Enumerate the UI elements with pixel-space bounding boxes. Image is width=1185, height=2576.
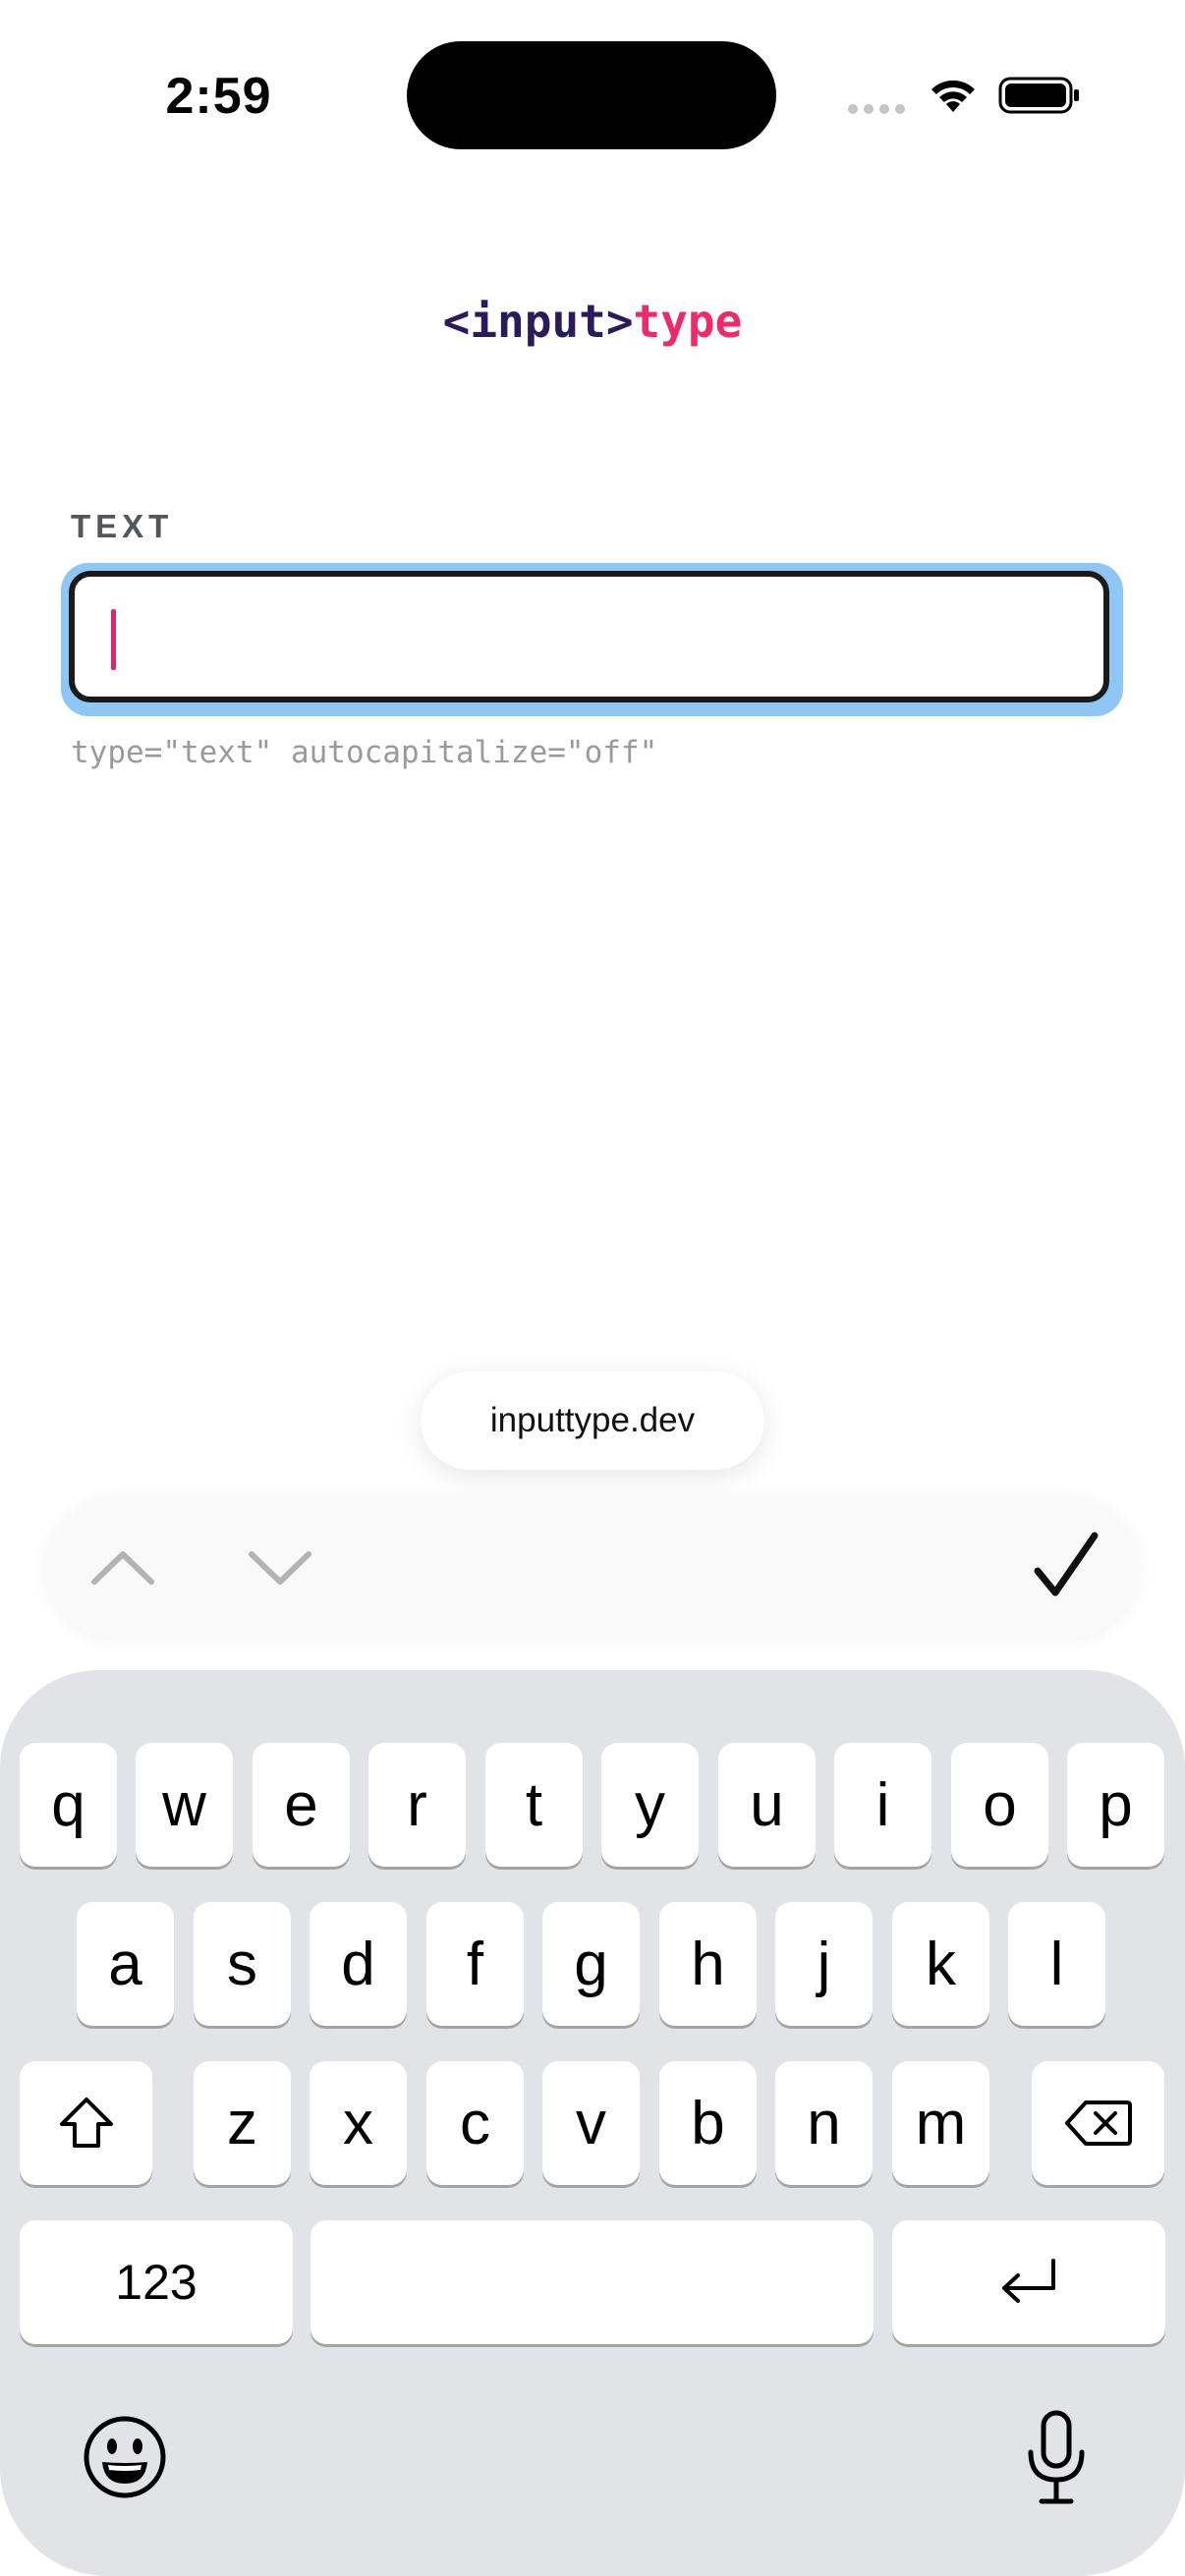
- key-n[interactable]: n: [775, 2061, 873, 2185]
- space-bar[interactable]: [310, 2220, 874, 2344]
- key-o[interactable]: o: [951, 1743, 1048, 1867]
- site-logo: <input>type: [0, 287, 1185, 356]
- battery-icon: [998, 77, 1079, 114]
- return-key[interactable]: [892, 2220, 1165, 2344]
- key-i[interactable]: i: [834, 1743, 931, 1867]
- key-k[interactable]: k: [892, 1902, 989, 2026]
- microphone-icon[interactable]: [1022, 2409, 1091, 2507]
- shift-key[interactable]: [20, 2061, 152, 2185]
- key-u[interactable]: u: [718, 1743, 816, 1867]
- logo-type-text: type: [633, 295, 743, 348]
- text-input-focus-ring: [61, 563, 1123, 716]
- delete-key[interactable]: [1032, 2061, 1164, 2185]
- key-f[interactable]: f: [426, 1902, 524, 2026]
- checkmark-icon[interactable]: [1020, 1528, 1108, 1606]
- key-b[interactable]: b: [659, 2061, 757, 2185]
- url-pill[interactable]: inputtype.dev: [421, 1372, 764, 1470]
- key-j[interactable]: j: [775, 1902, 873, 2026]
- chevron-down-icon[interactable]: [236, 1533, 324, 1601]
- chevron-up-icon[interactable]: [79, 1533, 167, 1601]
- key-h[interactable]: h: [659, 1902, 757, 2026]
- key-x[interactable]: x: [310, 2061, 407, 2185]
- key-t[interactable]: t: [485, 1743, 583, 1867]
- key-q[interactable]: q: [20, 1743, 117, 1867]
- field-label: TEXT: [71, 508, 174, 544]
- numbers-key[interactable]: 123: [20, 2220, 293, 2344]
- emoji-icon[interactable]: [81, 2413, 169, 2501]
- key-s[interactable]: s: [194, 1902, 291, 2026]
- key-c[interactable]: c: [426, 2061, 524, 2185]
- key-d[interactable]: d: [310, 1902, 407, 2026]
- key-a[interactable]: a: [77, 1902, 174, 2026]
- key-w[interactable]: w: [136, 1743, 233, 1867]
- wifi-icon: [931, 80, 975, 112]
- key-z[interactable]: z: [194, 2061, 291, 2185]
- field-hint: type="text" autocapitalize="off": [71, 735, 658, 770]
- shift-icon: [59, 2098, 113, 2148]
- key-l[interactable]: l: [1008, 1902, 1105, 2026]
- cellular-signal-icon: [848, 102, 907, 116]
- key-y[interactable]: y: [601, 1743, 699, 1867]
- logo-tag-text: <input>: [442, 295, 634, 348]
- key-p[interactable]: p: [1067, 1743, 1164, 1867]
- text-input[interactable]: [69, 571, 1109, 702]
- keyboard-accessory-toolbar: [46, 1497, 1139, 1638]
- key-m[interactable]: m: [892, 2061, 989, 2185]
- key-g[interactable]: g: [542, 1902, 640, 2026]
- text-caret: [111, 609, 116, 670]
- delete-icon: [1064, 2100, 1132, 2146]
- key-e[interactable]: e: [253, 1743, 350, 1867]
- key-r[interactable]: r: [368, 1743, 466, 1867]
- key-v[interactable]: v: [542, 2061, 640, 2185]
- return-icon: [1002, 2259, 1055, 2303]
- dynamic-island: [407, 41, 776, 149]
- status-time: 2:59: [165, 68, 272, 125]
